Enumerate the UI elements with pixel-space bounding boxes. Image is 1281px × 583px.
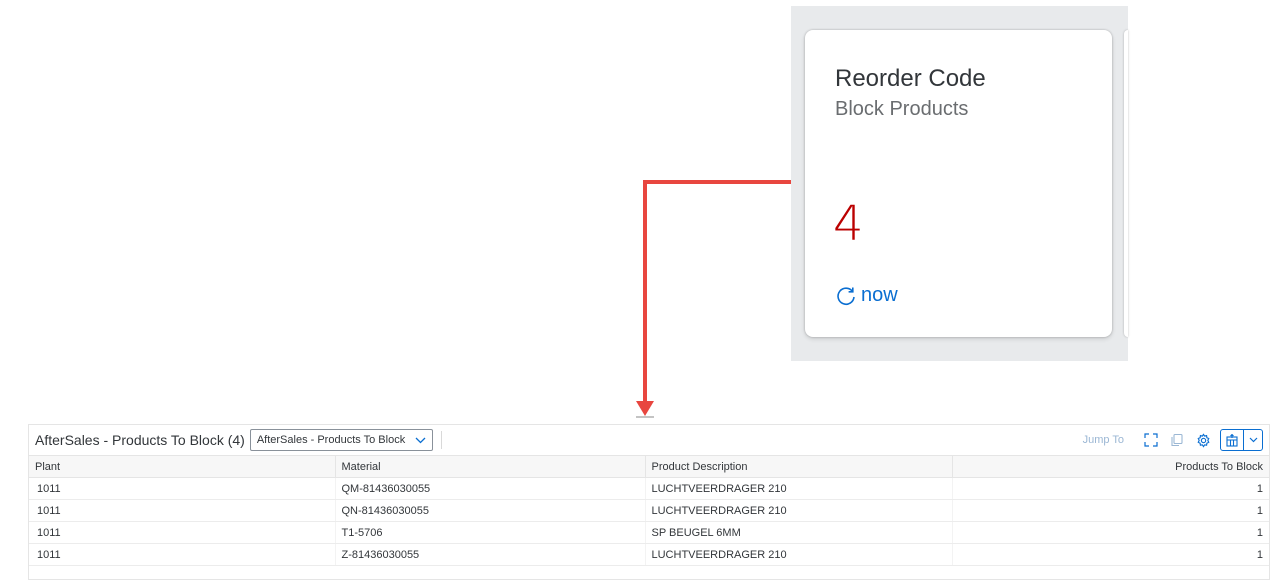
cell-material: QN-81436030055: [335, 499, 646, 522]
products-table: Plant Material Product Description Produ…: [29, 456, 1269, 566]
tile-kpi-value: 4: [833, 196, 864, 252]
tile-refresh-status[interactable]: now: [835, 284, 898, 307]
cell-material: QM-81436030055: [335, 477, 646, 500]
toolbar-divider: [441, 431, 443, 449]
table-row[interactable]: 1011 T1-5706 SP BEUGEL 6MM 1: [29, 521, 1269, 544]
export-button-group: [1220, 429, 1263, 451]
variant-select[interactable]: AfterSales - Products To Block: [249, 429, 434, 451]
cell-plant: 1011: [29, 499, 336, 522]
jump-to-button[interactable]: Jump To: [1083, 434, 1124, 446]
cell-plant: 1011: [29, 543, 336, 566]
cell-material: Z-81436030055: [335, 543, 646, 566]
table-toolbar: AfterSales - Products To Block (4) After…: [29, 425, 1269, 456]
copy-icon[interactable]: [1166, 430, 1188, 450]
variant-select-value: AfterSales - Products To Block: [256, 434, 406, 446]
tile-subtitle: Block Products: [835, 98, 969, 120]
column-header-plant[interactable]: Plant: [29, 456, 336, 478]
cell-product-description: SP BEUGEL 6MM: [645, 521, 953, 544]
column-header-material[interactable]: Material: [335, 456, 646, 478]
cell-plant: 1011: [29, 521, 336, 544]
refresh-label: now: [861, 284, 898, 306]
table-header-row: Plant Material Product Description Produ…: [29, 456, 1269, 478]
cell-products-to-block: 1: [952, 521, 1269, 544]
refresh-icon: [837, 286, 855, 305]
fullscreen-icon[interactable]: [1140, 430, 1162, 450]
cell-products-to-block: 1: [952, 543, 1269, 566]
tile-panel: Reorder Code Block Products 4 now: [791, 6, 1128, 361]
cell-product-description: LUCHTVEERDRAGER 210: [645, 499, 953, 522]
cell-product-description: LUCHTVEERDRAGER 210: [645, 543, 953, 566]
cell-material: T1-5706: [335, 521, 646, 544]
export-menu-chevron-icon[interactable]: [1243, 430, 1262, 450]
products-to-block-table-section: AfterSales - Products To Block (4) After…: [28, 424, 1270, 580]
chevron-down-icon: [415, 437, 426, 444]
table-row[interactable]: 1011 QN-81436030055 LUCHTVEERDRAGER 210 …: [29, 499, 1269, 522]
export-icon[interactable]: [1221, 430, 1243, 450]
column-header-product-description[interactable]: Product Description: [645, 456, 953, 478]
table-row[interactable]: 1011 QM-81436030055 LUCHTVEERDRAGER 210 …: [29, 477, 1269, 500]
next-tile-edge: [1124, 30, 1128, 337]
settings-icon[interactable]: [1192, 430, 1214, 450]
table-title: AfterSales - Products To Block (4): [35, 432, 245, 448]
reorder-code-tile[interactable]: Reorder Code Block Products 4 now: [805, 30, 1112, 337]
cell-products-to-block: 1: [952, 477, 1269, 500]
column-header-products-to-block[interactable]: Products To Block: [952, 456, 1269, 478]
cell-product-description: LUCHTVEERDRAGER 210: [645, 477, 953, 500]
table-row[interactable]: 1011 Z-81436030055 LUCHTVEERDRAGER 210 1: [29, 543, 1269, 566]
cell-products-to-block: 1: [952, 499, 1269, 522]
cell-plant: 1011: [29, 477, 336, 500]
tile-title: Reorder Code: [835, 65, 986, 92]
